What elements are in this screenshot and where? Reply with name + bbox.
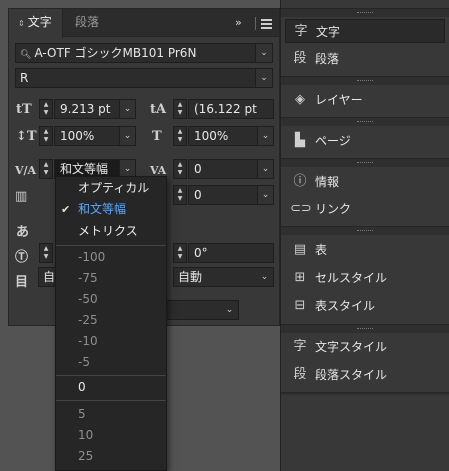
dock-grip[interactable] xyxy=(281,158,449,167)
lower-dropdown[interactable]: ⌄ xyxy=(163,300,239,320)
rotation-stepper[interactable]: ▲ ▼ xyxy=(173,243,187,263)
baseline-shift-icon: ▥ xyxy=(15,189,28,204)
pages-icon: ▙ xyxy=(295,133,305,148)
menu-item-value[interactable]: -25 xyxy=(56,310,166,331)
tsume-icon: あ xyxy=(16,225,30,240)
menu-item-value[interactable]: 5 xyxy=(56,404,166,425)
tab-paragraph[interactable]: 段落 xyxy=(63,9,113,37)
dock-item-pages[interactable]: ▙ ページ xyxy=(285,129,445,153)
leading-stepper[interactable]: ▲ ▼ xyxy=(173,99,187,119)
dock-item-table[interactable]: ▤ 表 xyxy=(285,238,445,262)
dock-item-links[interactable]: ⊂⊃ リンク xyxy=(285,197,445,221)
link-icon: ⊂⊃ xyxy=(290,201,312,216)
font-family-dropdown[interactable]: 🔍︎ A-OTF ゴシックMB101 Pr6N ⌄ xyxy=(15,43,273,63)
character-icon: 字 xyxy=(294,24,308,39)
paragraph-icon: 段 xyxy=(293,51,307,66)
chevron-down-icon[interactable]: ⌄ xyxy=(119,100,135,118)
table-style-icon: ⊟ xyxy=(294,298,306,313)
menu-item-metrics[interactable]: メトリクス xyxy=(56,221,166,242)
vertical-scale-stepper[interactable]: ▲ ▼ xyxy=(39,126,53,146)
font-size-field[interactable]: 9.213 pt ⌄ xyxy=(54,99,136,119)
menu-divider xyxy=(56,375,166,376)
horizontal-scale-stepper[interactable]: ▲ ▼ xyxy=(173,126,187,146)
updown-icon: ⇕ xyxy=(18,19,25,28)
leading-field[interactable]: (16.122 pt xyxy=(188,99,274,119)
panel-dock: 字文字 段段落 ◈ レイヤー ▙ ページ ⓘ 情報 ⊂⊃ リンク ▤ 表 ⊞ セルスタイル … xyxy=(280,0,449,471)
horizontal-scale-icon: T xyxy=(152,129,162,144)
para-style-icon: 段 xyxy=(293,367,307,382)
kerning-stepper[interactable]: ▲ ▼ xyxy=(39,159,53,179)
kerning-menu: オプティカル ✔ 和文等幅 メトリクス -100 -75 -50 -25 -10 … xyxy=(55,176,167,471)
menu-item-proportional[interactable]: ✔ 和文等幅 xyxy=(56,199,166,220)
dock-grip[interactable] xyxy=(281,226,449,235)
font-size-stepper[interactable]: ▲ ▼ xyxy=(39,99,53,119)
menu-item-value[interactable]: 25 xyxy=(56,446,166,467)
rotation-icon: Ⓣ xyxy=(15,250,29,265)
panel-menu-icon[interactable] xyxy=(261,19,272,31)
menu-item-value[interactable]: -5 xyxy=(56,352,166,373)
menu-divider xyxy=(56,245,166,246)
dock-item-character-styles[interactable]: 字文字スタイル xyxy=(285,335,445,359)
tracking-stepper[interactable]: ▲ ▼ xyxy=(173,159,187,179)
vertical-scale-icon: ↕T xyxy=(16,129,37,144)
chevron-down-icon[interactable]: ⌄ xyxy=(257,186,273,204)
leading-icon: tA xyxy=(150,102,167,117)
dock-grip xyxy=(281,392,449,395)
rotation-field[interactable]: 0° xyxy=(188,243,274,263)
dock-item-character[interactable]: 字文字 xyxy=(285,19,445,43)
tab-character[interactable]: ⇕ 文字 xyxy=(9,9,63,38)
menu-item-value[interactable]: -75 xyxy=(56,268,166,289)
dock-grip[interactable] xyxy=(281,8,449,17)
language-dropdown[interactable]: 自動 ⌄ xyxy=(173,267,274,287)
menu-item-value[interactable]: -10 xyxy=(56,331,166,352)
menu-item-value[interactable]: -100 xyxy=(56,247,166,268)
rotation-stepper-left[interactable]: ▲ ▼ xyxy=(39,243,53,263)
search-icon: 🔍︎ xyxy=(20,50,32,60)
mojikumi-icon: 目 xyxy=(15,275,29,290)
divider xyxy=(255,17,256,30)
menu-item-value[interactable]: 0 xyxy=(56,377,166,398)
font-size-icon: tT xyxy=(16,102,32,117)
dock-item-table-styles[interactable]: ⊟ 表スタイル xyxy=(285,294,445,318)
menu-divider xyxy=(56,400,166,401)
chevron-down-icon[interactable]: ⌄ xyxy=(257,127,273,145)
tracking-field[interactable]: 0 ⌄ xyxy=(188,159,274,179)
dock-item-paragraph-styles[interactable]: 段段落スタイル xyxy=(285,363,445,387)
menu-item-value[interactable]: -50 xyxy=(56,289,166,310)
dock-grip[interactable] xyxy=(281,324,449,333)
font-style-dropdown[interactable]: R ⌄ xyxy=(15,68,273,88)
horizontal-scale-field[interactable]: 100% ⌄ xyxy=(188,126,274,146)
dock-grip[interactable] xyxy=(281,117,449,126)
baseline-shift-field[interactable]: 0 ⌄ xyxy=(188,185,274,205)
vertical-scale-field[interactable]: 100% ⌄ xyxy=(54,126,136,146)
layers-icon: ◈ xyxy=(295,92,305,107)
menu-item-optical[interactable]: オプティカル xyxy=(56,178,166,199)
info-icon: ⓘ xyxy=(293,174,307,189)
chevron-down-icon[interactable]: ⌄ xyxy=(255,44,272,62)
char-style-icon: 字 xyxy=(293,339,307,354)
kerning-icon: V/A xyxy=(15,164,37,177)
menu-item-value[interactable]: 10 xyxy=(56,425,166,446)
check-icon: ✔ xyxy=(61,203,71,216)
dock-item-info[interactable]: ⓘ 情報 xyxy=(285,170,445,194)
dock-item-cell-styles[interactable]: ⊞ セルスタイル xyxy=(285,266,445,290)
collapse-icon[interactable]: ›› xyxy=(235,16,242,29)
chevron-down-icon[interactable]: ⌄ xyxy=(257,160,273,178)
panel-tab-strip: ⇕ 文字 段落 ›› xyxy=(9,9,279,38)
dock-item-paragraph[interactable]: 段段落 xyxy=(285,47,445,71)
dock-item-layers[interactable]: ◈ レイヤー xyxy=(285,88,445,112)
chevron-down-icon[interactable]: ⌄ xyxy=(119,127,135,145)
baseline-shift-stepper[interactable]: ▲ ▼ xyxy=(173,185,187,205)
chevron-down-icon[interactable]: ⌄ xyxy=(255,69,272,87)
chevron-down-icon[interactable]: ⌄ xyxy=(256,268,273,286)
dock-grip[interactable] xyxy=(281,76,449,85)
table-icon: ▤ xyxy=(293,242,307,257)
cell-style-icon: ⊞ xyxy=(294,270,306,285)
chevron-down-icon[interactable]: ⌄ xyxy=(221,301,238,319)
